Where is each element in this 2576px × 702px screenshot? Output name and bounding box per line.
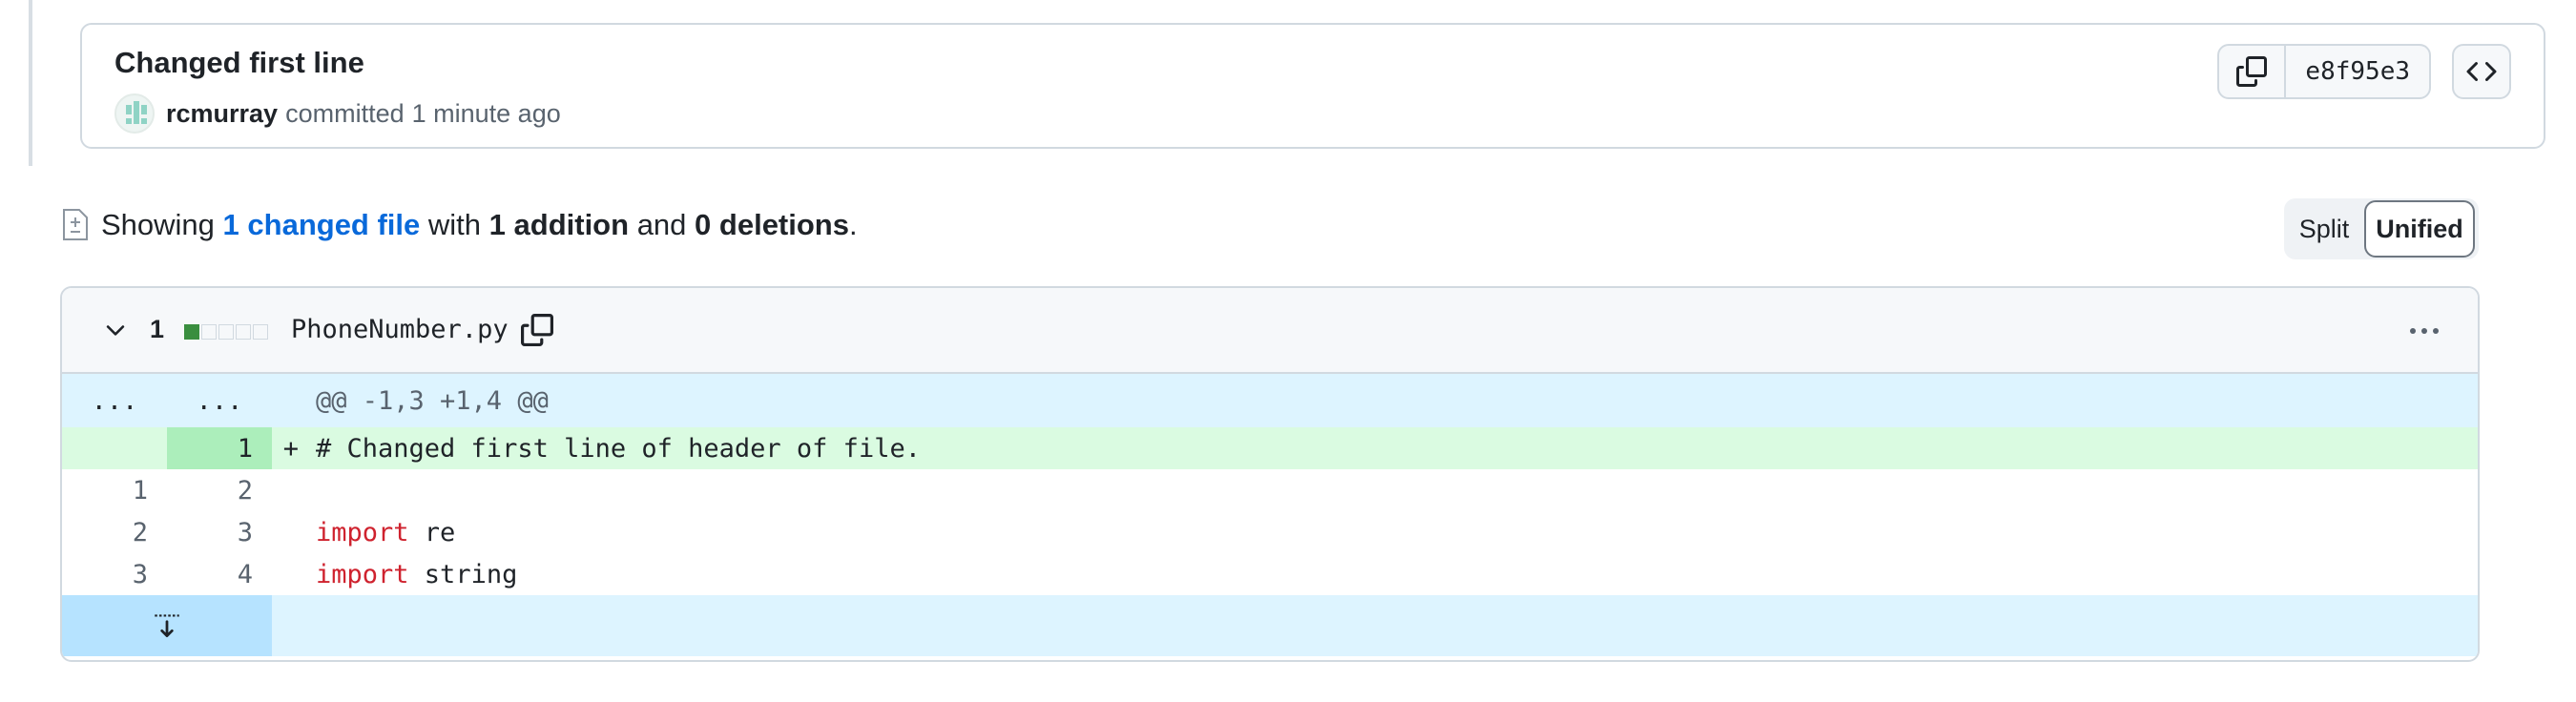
diff-view-toggle: Split Unified: [2284, 198, 2479, 259]
commit-title: Changed first line: [114, 46, 364, 79]
file-diff-icon: [63, 209, 88, 240]
summary-prefix: Showing: [101, 208, 215, 241]
line-code: # Changed first line of header of file.: [316, 433, 921, 464]
new-line-number[interactable]: 4: [167, 553, 272, 595]
file-header: 1 PhoneNumber.py: [62, 288, 2478, 374]
avatar[interactable]: [114, 93, 155, 134]
summary-and: and: [636, 208, 687, 241]
old-line-number[interactable]: 3: [62, 553, 167, 595]
browse-code-button[interactable]: [2452, 44, 2511, 99]
split-view-button[interactable]: Split: [2284, 215, 2364, 244]
kebab-dot: [2421, 328, 2427, 334]
additions-count: 1 addition: [488, 208, 630, 241]
new-line-number[interactable]: 3: [167, 511, 272, 553]
timeline-line: [29, 0, 32, 166]
code-keyword: import: [316, 517, 409, 547]
line-code: import re: [299, 511, 2478, 553]
copy-icon: [521, 314, 553, 346]
diff-file: 1 PhoneNumber.py ... ... @@ -1,3 +1,4 @@: [60, 286, 2480, 662]
commit-time: 1 minute ago: [411, 98, 561, 128]
deletions-count: 0 deletions: [695, 208, 849, 241]
changed-files-link[interactable]: 1 changed file: [223, 208, 421, 242]
hunk-old-expand[interactable]: ...: [62, 374, 167, 427]
diff-lines: ... ... @@ -1,3 +1,4 @@ 1 + # Changed fi…: [62, 374, 2478, 656]
commit-action: committed: [285, 98, 405, 128]
line-sign: [272, 511, 299, 553]
hunk-new-expand[interactable]: ...: [167, 374, 272, 427]
expand-down-button[interactable]: [62, 595, 272, 656]
line-sign: [272, 469, 299, 511]
code-keyword: import: [316, 559, 409, 589]
diff-summary: Showing 1 changed file with 1 addition a…: [61, 204, 858, 246]
new-line-number[interactable]: 1: [167, 427, 272, 469]
kebab-dot: [2433, 328, 2439, 334]
code-text: string: [408, 559, 518, 589]
old-line-number[interactable]: 1: [62, 469, 167, 511]
diff-line-context: 2 3 import re: [62, 511, 2478, 553]
old-line-number[interactable]: 2: [62, 511, 167, 553]
line-sign: [272, 553, 299, 595]
diff-line-added: 1 + # Changed first line of header of fi…: [62, 427, 2478, 469]
file-change-count: 1: [150, 315, 165, 343]
copy-icon: [2236, 56, 2268, 87]
diffstat-bar: [184, 324, 268, 340]
line-code: import string: [299, 553, 2478, 595]
code-text: re: [408, 517, 456, 547]
collapse-file-button[interactable]: [100, 315, 131, 345]
diff-line-context: 1 2: [62, 469, 2478, 511]
commit-meta: rcmurray committed 1 minute ago: [114, 92, 561, 135]
diffstat-block: [236, 324, 251, 340]
copy-path-button[interactable]: [518, 311, 556, 349]
chevron-down-icon: [106, 325, 125, 336]
expand-down-row: [62, 595, 2478, 656]
summary-with: with: [427, 208, 482, 241]
hunk-header: @@ -1,3 +1,4 @@: [316, 385, 549, 416]
file-options-button[interactable]: [2403, 317, 2445, 345]
summary-period: .: [848, 208, 858, 241]
copy-sha-button[interactable]: [2219, 46, 2287, 97]
diffstat-block: [201, 324, 217, 340]
old-line-number[interactable]: [62, 427, 167, 469]
new-line-number[interactable]: 2: [167, 469, 272, 511]
line-sign: +: [282, 433, 299, 464]
line-code: [299, 469, 2478, 511]
kebab-dot: [2410, 328, 2416, 334]
commit-sha[interactable]: e8f95e3: [2286, 46, 2429, 97]
diffstat-block: [253, 324, 268, 340]
commit-sha-group: e8f95e3: [2217, 44, 2431, 99]
commit-author[interactable]: rcmurray: [166, 99, 278, 129]
hunk-header-row: ... ... @@ -1,3 +1,4 @@: [62, 374, 2478, 427]
file-name[interactable]: PhoneNumber.py: [291, 315, 509, 344]
diffstat-block: [184, 324, 199, 340]
fold-down-icon: [155, 614, 179, 638]
diff-line-context: 3 4 import string: [62, 553, 2478, 595]
commit-header: Changed first line rcmurray committed 1 …: [80, 23, 2545, 149]
unified-view-button[interactable]: Unified: [2364, 200, 2475, 258]
code-icon: [2466, 61, 2497, 82]
diffstat-block: [218, 324, 234, 340]
